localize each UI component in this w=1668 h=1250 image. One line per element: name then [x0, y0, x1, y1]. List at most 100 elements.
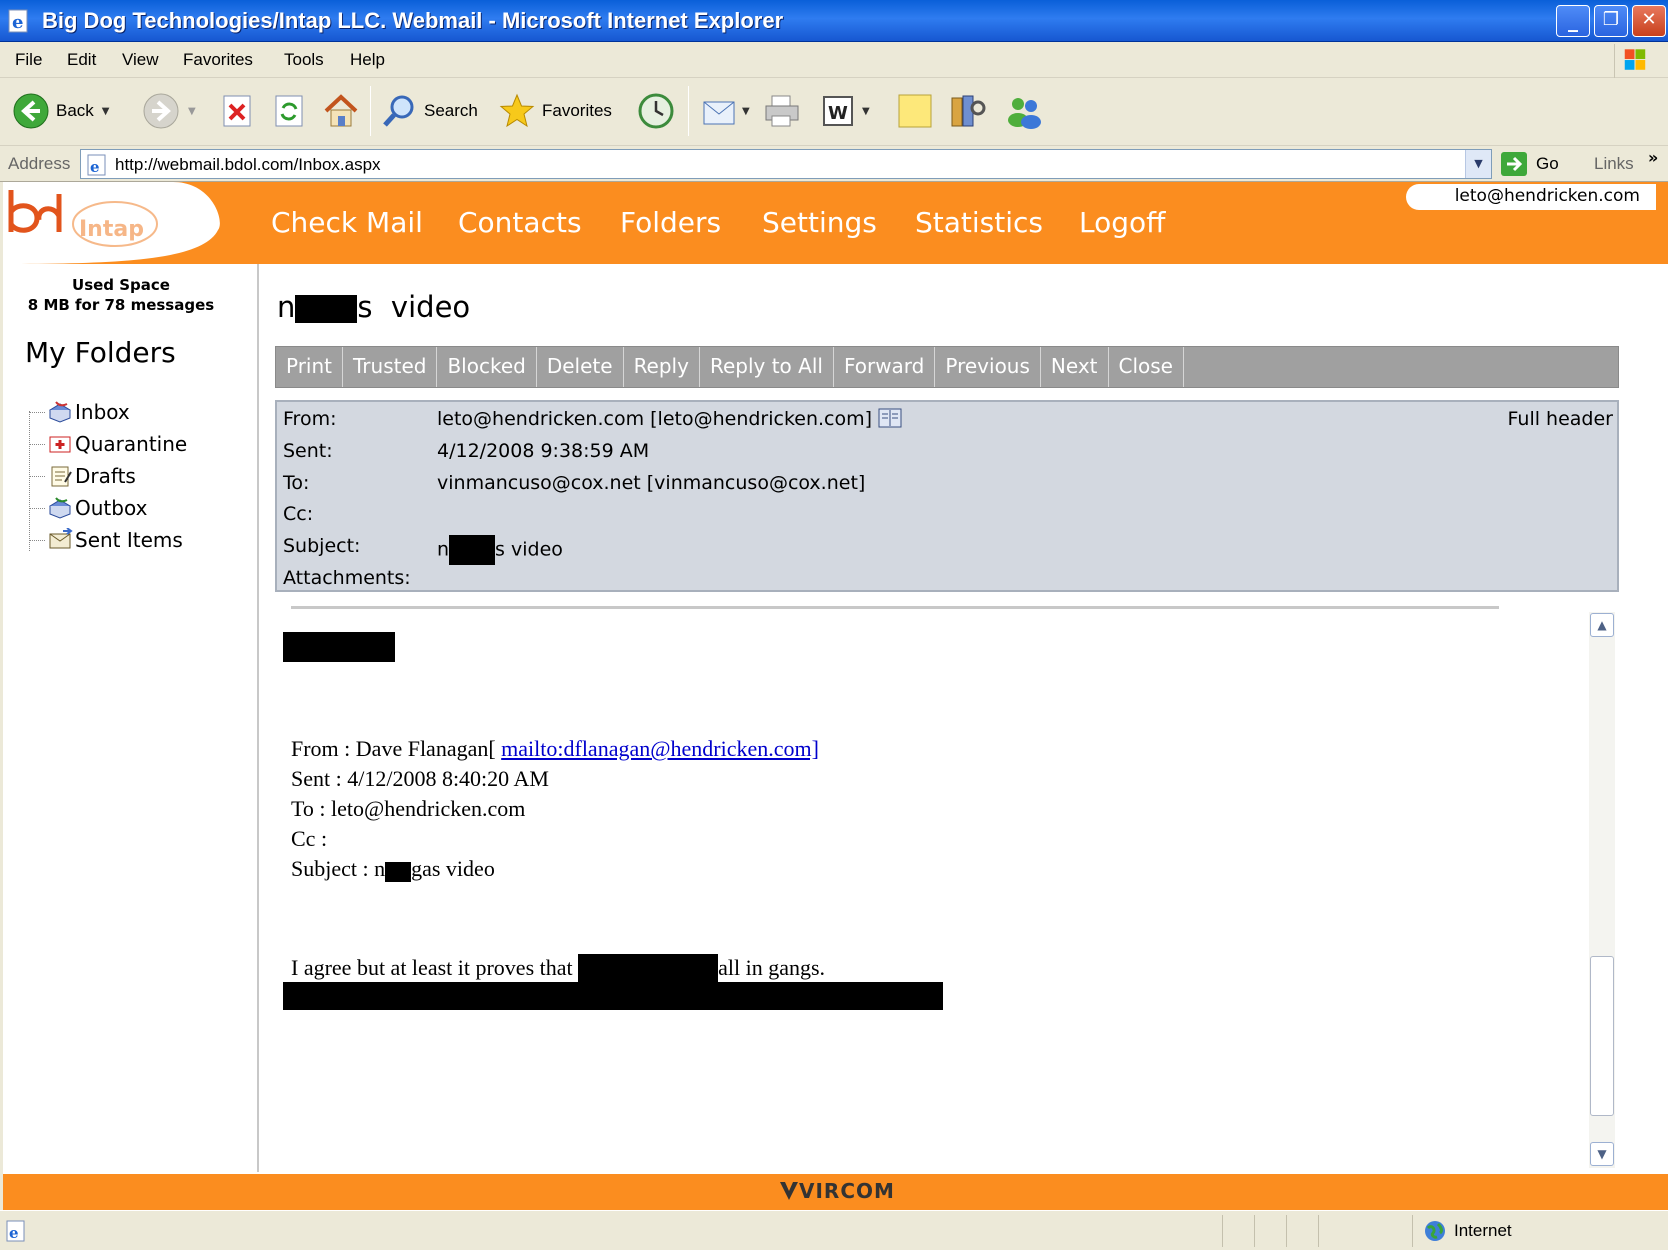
browser-toolbar: Back ▼ ▼ Search Favorites ▼ W ▼ — [0, 78, 1668, 146]
home-button[interactable] — [322, 88, 360, 134]
scroll-up-icon[interactable]: ▲ — [1590, 613, 1614, 637]
fwd-cc-line: Cc : — [291, 826, 328, 851]
svg-text:e: e — [90, 158, 100, 176]
subject-label: Subject: — [283, 535, 361, 557]
message-scrollbar[interactable]: ▲ ▼ — [1589, 612, 1615, 1168]
from-label: From: — [283, 408, 337, 430]
full-header-link[interactable]: Full header — [1508, 408, 1613, 430]
folder-quarantine[interactable]: Quarantine — [29, 430, 187, 458]
menu-tools[interactable]: Tools — [284, 50, 324, 70]
delete-action-button[interactable]: Delete — [537, 347, 624, 387]
chevron-down-icon[interactable]: ▼ — [862, 106, 870, 117]
next-action-button[interactable]: Next — [1041, 347, 1109, 387]
menu-view[interactable]: View — [122, 50, 159, 70]
print-action-button[interactable]: Print — [276, 347, 344, 387]
scroll-down-icon[interactable]: ▼ — [1590, 1142, 1614, 1166]
menu-help[interactable]: Help — [350, 50, 385, 70]
notes-button[interactable] — [896, 88, 934, 134]
research-button[interactable] — [948, 88, 988, 134]
menu-bar: File Edit View Favorites Tools Help — [0, 42, 1668, 78]
stop-icon — [223, 95, 251, 127]
links-button[interactable]: Links — [1594, 154, 1634, 174]
redaction-bar — [449, 535, 496, 565]
redaction-bar — [385, 862, 412, 882]
chevron-down-icon[interactable]: ▼ — [1465, 150, 1491, 178]
address-input[interactable]: e http://webmail.bdol.com/Inbox.aspx ▼ — [80, 149, 1492, 179]
redaction-bar — [283, 982, 943, 1010]
messenger-button[interactable] — [1004, 88, 1044, 134]
folder-outbox[interactable]: Outbox — [29, 494, 147, 522]
nav-folders[interactable]: Folders — [620, 206, 721, 239]
stop-button[interactable] — [220, 88, 254, 134]
window-title: Big Dog Technologies/Intap LLC. Webmail … — [42, 8, 784, 33]
print-button[interactable] — [762, 88, 802, 134]
nav-contacts[interactable]: Contacts — [458, 206, 582, 239]
add-contact-icon[interactable] — [878, 408, 902, 428]
restore-button[interactable]: ❐ — [1594, 5, 1628, 37]
page-content: Intap Check Mail Contacts Folders Settin… — [0, 182, 1668, 1210]
menu-favorites[interactable]: Favorites — [183, 50, 253, 70]
back-button[interactable]: Back ▼ — [12, 88, 110, 134]
research-icon — [951, 95, 986, 127]
chevron-down-icon[interactable]: ▼ — [742, 106, 750, 117]
page-status-icon: e — [6, 1220, 25, 1242]
printer-icon — [765, 95, 799, 127]
webmail-footer: VIRCOM — [3, 1174, 1668, 1210]
current-user: leto@hendricken.com — [1406, 184, 1656, 210]
refresh-button[interactable] — [272, 88, 306, 134]
forward-action-button[interactable]: Forward — [834, 347, 936, 387]
note-icon — [898, 94, 932, 128]
minimize-button[interactable]: _ — [1556, 5, 1590, 37]
trusted-action-button[interactable]: Trusted — [343, 347, 438, 387]
windows-flag-icon — [1614, 44, 1646, 78]
vircom-mark-icon — [780, 1182, 798, 1200]
nav-statistics[interactable]: Statistics — [915, 206, 1043, 239]
to-value: vinmancuso@cox.net [vinmancuso@cox.net] — [437, 472, 866, 494]
refresh-icon — [275, 95, 303, 127]
menu-file[interactable]: File — [15, 50, 42, 70]
go-arrow-icon — [1501, 152, 1527, 176]
sent-value: 4/12/2008 9:38:59 AM — [437, 440, 650, 462]
folder-sent-items[interactable]: Sent Items — [29, 526, 183, 554]
chevron-down-icon[interactable]: ▼ — [102, 106, 110, 117]
address-label: Address — [8, 154, 71, 173]
folder-drafts[interactable]: Drafts — [29, 462, 136, 490]
menu-edit[interactable]: Edit — [67, 50, 96, 70]
fwd-sent-line: Sent : 4/12/2008 8:40:20 AM — [291, 766, 549, 791]
mail-button[interactable]: ▼ — [700, 88, 750, 134]
go-button[interactable]: Go — [1500, 151, 1559, 177]
reply-action-button[interactable]: Reply — [624, 347, 700, 387]
nav-logoff[interactable]: Logoff — [1079, 206, 1165, 239]
svg-text:Intap: Intap — [79, 217, 144, 242]
drafts-icon — [51, 466, 72, 487]
folder-inbox[interactable]: Inbox — [29, 398, 130, 426]
scroll-thumb[interactable] — [1590, 956, 1614, 1116]
history-icon — [638, 93, 674, 129]
reply-all-action-button[interactable]: Reply to All — [700, 347, 834, 387]
word-icon: W — [823, 96, 853, 126]
forward-button[interactable]: ▼ — [142, 88, 196, 134]
redaction-bar — [295, 295, 358, 323]
status-bar: e Internet — [0, 1210, 1668, 1250]
svg-text:W: W — [828, 103, 848, 124]
message-header-panel: From: Sent: To: Cc: Subject: Attachments… — [275, 400, 1619, 592]
history-button[interactable] — [636, 88, 676, 134]
previous-action-button[interactable]: Previous — [935, 347, 1041, 387]
nav-settings[interactable]: Settings — [762, 206, 877, 239]
used-space-detail: 8 MB for 78 messages — [27, 296, 215, 314]
links-chevron-icon[interactable]: » — [1648, 148, 1658, 167]
folder-panel: Used Space 8 MB for 78 messages My Folde… — [3, 264, 259, 1172]
close-window-button[interactable]: ✕ — [1632, 5, 1666, 37]
nav-check-mail[interactable]: Check Mail — [271, 206, 423, 239]
sender-email-link[interactable]: mailto:dflanagan@hendricken.com] — [501, 736, 819, 761]
blocked-action-button[interactable]: Blocked — [437, 347, 537, 387]
favorites-button[interactable]: Favorites — [498, 88, 612, 134]
ie-page-icon: e — [8, 9, 28, 33]
edit-with-word-button[interactable]: W ▼ — [822, 88, 870, 134]
page-icon: e — [87, 154, 106, 176]
close-action-button[interactable]: Close — [1109, 347, 1184, 387]
search-button[interactable]: Search — [380, 88, 478, 134]
forward-arrow-icon — [143, 93, 179, 129]
mail-icon — [703, 101, 735, 125]
chevron-down-icon[interactable]: ▼ — [188, 106, 196, 117]
